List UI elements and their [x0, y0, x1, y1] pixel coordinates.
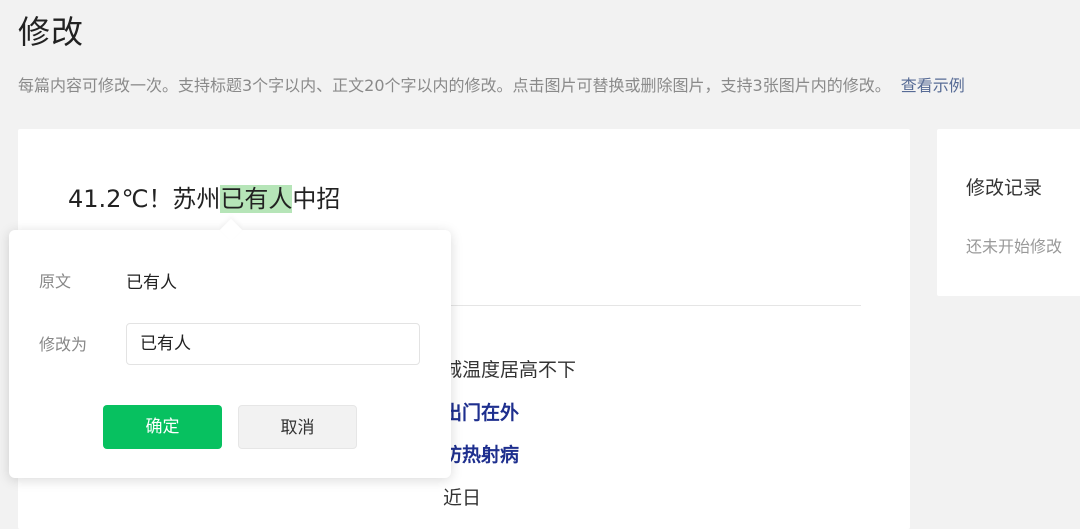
title-text-before: 41.2℃！苏州 [68, 185, 221, 213]
edit-input[interactable] [126, 323, 420, 365]
body-line-1[interactable]: 城温度居高不下 [443, 356, 576, 384]
original-label: 原文 [39, 272, 72, 291]
record-empty-text: 还未开始修改 [966, 237, 1063, 256]
body-line-3[interactable]: 防热射病 [443, 441, 519, 469]
article-title[interactable]: 41.2℃！苏州已有人中招 [68, 181, 340, 217]
confirm-button[interactable]: 确定 [103, 405, 222, 449]
title-text-after: 中招 [292, 185, 341, 213]
cancel-button[interactable]: 取消 [238, 405, 357, 449]
edit-label: 修改为 [39, 335, 88, 354]
body-line-4[interactable]: 近日 [443, 484, 481, 512]
body-line-2[interactable]: 出门在外 [443, 399, 519, 427]
title-highlighted-text[interactable]: 已有人 [220, 185, 293, 213]
record-title: 修改记录 [966, 177, 1043, 199]
view-example-link[interactable]: 查看示例 [901, 76, 965, 95]
edit-popover: 原文 已有人 修改为 确定 取消 [9, 218, 451, 478]
page-hint: 每篇内容可修改一次。支持标题3个字以内、正文20个字以内的修改。点击图片可替换或… [18, 74, 965, 98]
original-value: 已有人 [126, 273, 177, 293]
edit-record-panel: 修改记录 还未开始修改 [937, 129, 1080, 296]
page-title: 修改 [18, 13, 85, 51]
hint-text: 每篇内容可修改一次。支持标题3个字以内、正文20个字以内的修改。点击图片可替换或… [18, 76, 891, 95]
